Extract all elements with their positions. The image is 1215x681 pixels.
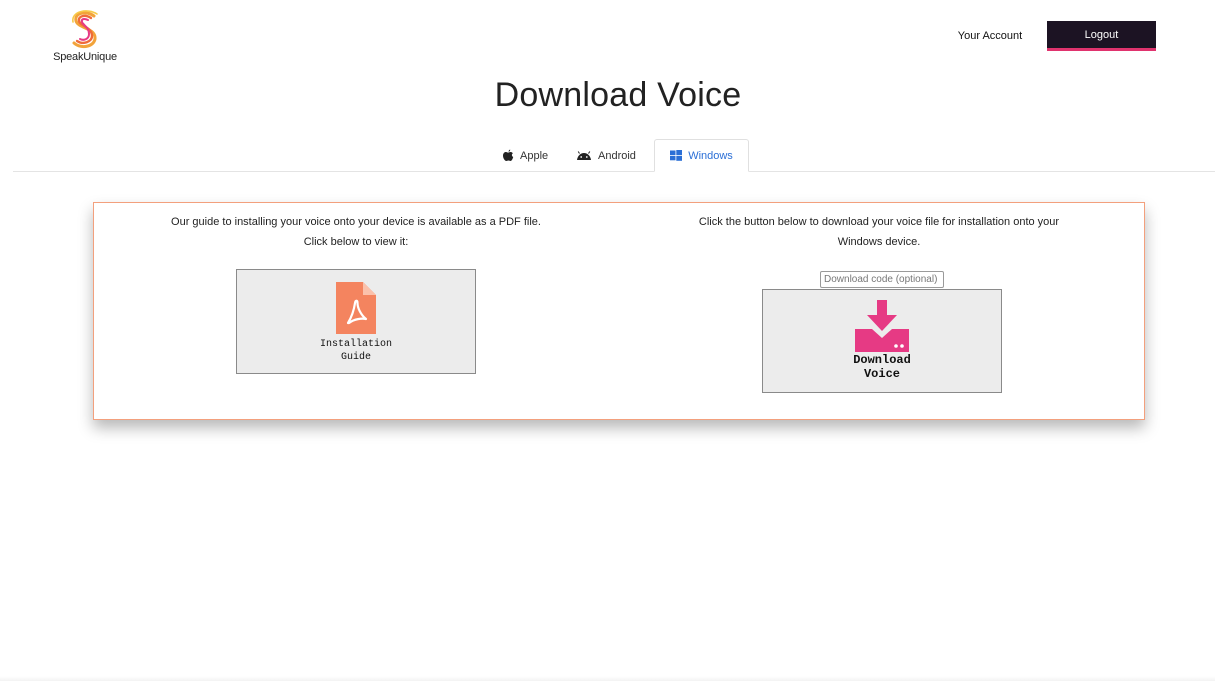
tab-windows-label: Windows: [688, 149, 733, 162]
logo-text: SpeakUnique: [53, 51, 117, 63]
speakunique-logo-icon: [72, 10, 98, 49]
download-description-line1: Click the button below to download your …: [698, 216, 1060, 228]
download-description-line2: Windows device.: [837, 236, 921, 248]
download-voice-label-line2: Voice: [863, 367, 900, 381]
tab-android-label: Android: [598, 149, 636, 162]
page-title: Download Voice: [494, 76, 742, 114]
guide-description-line1: Our guide to installing your voice onto …: [171, 216, 541, 228]
logo[interactable]: SpeakUnique: [52, 10, 118, 63]
guide-description: Our guide to installing your voice onto …: [134, 212, 578, 252]
guide-description-line2: Click below to view it:: [303, 236, 409, 248]
download-card: Our guide to installing your voice onto …: [93, 202, 1145, 420]
download-code-input[interactable]: [820, 271, 944, 288]
installation-guide-label-line2: Guide: [340, 352, 371, 363]
pdf-file-icon: [336, 282, 376, 334]
tab-android[interactable]: Android: [566, 139, 646, 172]
download-voice-label-line1: Download: [853, 353, 911, 367]
tab-apple-label: Apple: [520, 149, 549, 162]
your-account-link[interactable]: Your Account: [940, 30, 1040, 42]
page: SpeakUnique Your Account Logout Download…: [0, 0, 1215, 681]
installation-guide-label-line1: Installation: [319, 339, 392, 350]
installation-guide-button[interactable]: Installation Guide: [236, 269, 476, 374]
download-icon: [855, 300, 909, 352]
download-voice-button[interactable]: Download Voice: [762, 289, 1002, 393]
page-bottom-edge: [0, 676, 1215, 681]
download-voice-label: Download Voice: [832, 353, 932, 381]
windows-icon: [670, 150, 683, 161]
tab-windows[interactable]: Windows: [654, 139, 749, 172]
installation-guide-label: Installation Guide: [306, 338, 406, 364]
download-description: Click the button below to download your …: [654, 212, 1104, 252]
android-icon: [577, 150, 591, 160]
tab-apple[interactable]: Apple: [492, 139, 558, 172]
apple-icon: [503, 149, 514, 161]
logout-button[interactable]: Logout: [1047, 21, 1156, 51]
